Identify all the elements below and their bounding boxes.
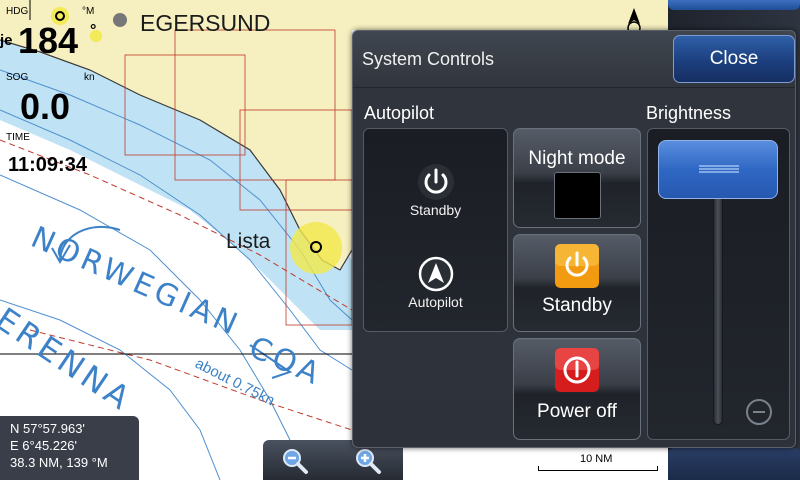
brightness-slider[interactable] [647, 128, 790, 440]
brightness-heading: Brightness [646, 103, 732, 123]
standby-label: Standby [542, 295, 612, 316]
autopilot-heading: Autopilot [364, 103, 435, 123]
time-value: 11:09:34 [8, 154, 87, 176]
autopilot-engage-button[interactable]: Autopilot [364, 255, 507, 310]
brightness-minus-icon[interactable] [746, 399, 772, 425]
autopilot-engage-label: Autopilot [408, 294, 463, 310]
night-mode-toggle[interactable]: Night mode [513, 128, 641, 228]
cursor-latitude: N 57°57.963' [10, 421, 85, 436]
navigation-arrow-icon [418, 256, 453, 292]
power-icon [417, 164, 454, 200]
scale-bar [538, 466, 658, 471]
scale-label: 10 NM [580, 453, 613, 465]
power-off-button[interactable]: Power off [513, 338, 641, 440]
hdg-degree: ° [90, 22, 97, 39]
sog-label: SOG [6, 72, 29, 83]
zoom-in-icon[interactable] [353, 446, 383, 476]
place-egersund: EGERSUND [140, 10, 271, 36]
system-controls-dialog: System Controls Close Autopilot Brightne… [352, 30, 796, 448]
brightness-track[interactable] [713, 195, 723, 425]
sog-unit: kn [84, 72, 95, 83]
sog-value: 0.0 [20, 86, 71, 127]
autopilot-standby-button[interactable]: Standby [364, 163, 507, 218]
dialog-divider [353, 87, 795, 88]
close-button[interactable]: Close [673, 35, 795, 83]
hdg-value: 184 [18, 20, 79, 61]
standby-icon [555, 244, 599, 288]
autopilot-panel: Standby Autopilot [363, 128, 508, 332]
zoom-out-icon[interactable] [280, 446, 310, 476]
side-bottom-button[interactable] [668, 448, 800, 480]
place-lista: Lista [226, 230, 271, 253]
time-label: TIME [6, 132, 30, 143]
hdg-label: HDG [6, 6, 29, 17]
dialog-title: System Controls [362, 49, 495, 69]
side-top-button[interactable] [668, 0, 800, 10]
brightness-thumb[interactable] [658, 140, 778, 199]
power-off-icon [555, 348, 599, 392]
standby-button[interactable]: Standby [513, 234, 641, 332]
night-mode-label: Night mode [528, 148, 626, 169]
autopilot-standby-label: Standby [409, 202, 462, 218]
cursor-longitude: E 6°45.226' [10, 438, 77, 453]
partial-label: je [0, 32, 13, 49]
hdg-unit: °M [82, 6, 95, 17]
night-mode-checkbox[interactable] [554, 172, 601, 219]
cursor-position-box: N 57°57.963' E 6°45.226' 38.3 NM, 139 °M [0, 416, 139, 480]
power-off-label: Power off [537, 401, 617, 422]
grip-icon [699, 165, 739, 173]
cursor-range-bearing: 38.3 NM, 139 °M [10, 455, 108, 470]
